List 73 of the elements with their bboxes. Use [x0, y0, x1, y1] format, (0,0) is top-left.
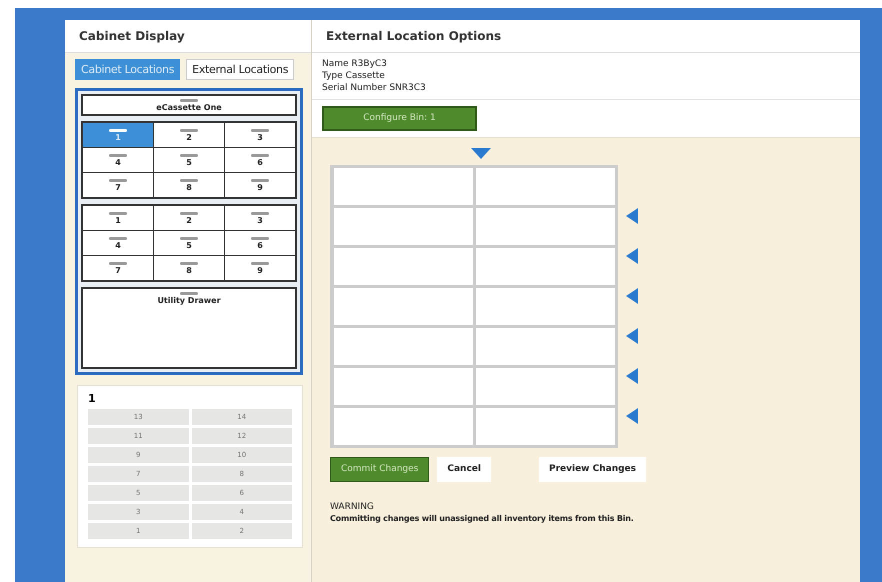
- slot-indicator-icon: [251, 179, 269, 182]
- bin-button[interactable]: 7: [83, 256, 153, 280]
- bin-cell[interactable]: [334, 328, 473, 364]
- bin-button[interactable]: 1: [83, 206, 153, 230]
- slot-indicator-icon: [180, 179, 198, 182]
- bin-button[interactable]: 2: [154, 206, 224, 230]
- slot-indicator-icon: [109, 212, 127, 215]
- bin-button[interactable]: 5: [154, 148, 224, 172]
- bin-cell[interactable]: [334, 368, 473, 404]
- bin-cell[interactable]: [334, 288, 473, 324]
- info-line: Name R3ByC3: [322, 58, 388, 70]
- left-arrow-icon[interactable]: [626, 288, 638, 304]
- bin-cell[interactable]: [334, 208, 473, 244]
- warning-title: WARNING: [330, 502, 375, 512]
- slot-label: eCassette One: [156, 103, 222, 112]
- slot-indicator-icon: [180, 154, 198, 157]
- bin-button[interactable]: 3: [225, 206, 295, 230]
- slot-indicator-icon: [109, 262, 127, 265]
- slot-indicator-icon: [109, 154, 127, 157]
- panel-title: Cabinet Display: [65, 20, 311, 53]
- bin-cell[interactable]: [476, 168, 615, 204]
- bin-cell[interactable]: [476, 368, 615, 404]
- left-arrow-icon[interactable]: [626, 248, 638, 264]
- bin-cell[interactable]: [334, 248, 473, 284]
- slot-indicator-icon: [180, 99, 198, 102]
- drawer-label: Utility Drawer: [157, 296, 221, 305]
- bin-button[interactable]: 4: [83, 148, 153, 172]
- bin-button[interactable]: 8: [154, 256, 224, 280]
- slot-indicator-icon: [251, 154, 269, 157]
- bin-cell[interactable]: [476, 208, 615, 244]
- slot-indicator-icon: [180, 292, 198, 295]
- bin-cell[interactable]: [476, 408, 615, 444]
- bin-button[interactable]: 9: [225, 256, 295, 280]
- action-button[interactable]: Cancel: [437, 456, 491, 482]
- slot-indicator-icon: [251, 212, 269, 215]
- bin-cell[interactable]: [334, 408, 473, 444]
- info-line: Type Cassette: [322, 70, 386, 82]
- slot-indicator-icon: [109, 237, 127, 240]
- slot-indicator-icon: [180, 262, 198, 265]
- slot-indicator-icon: [251, 237, 269, 240]
- tab[interactable]: External Locations: [186, 59, 294, 80]
- bin-button[interactable]: 5: [154, 231, 224, 255]
- left-arrow-icon[interactable]: [626, 208, 638, 224]
- bin-button[interactable]: 7: [83, 173, 153, 197]
- panel-title: External Location Options: [312, 20, 860, 53]
- bin-cell[interactable]: [476, 288, 615, 324]
- slot-indicator-icon: [180, 237, 198, 240]
- down-arrow-icon[interactable]: [471, 148, 491, 158]
- bin-cell[interactable]: [476, 328, 615, 364]
- bin-button[interactable]: 6: [225, 148, 295, 172]
- bin-cell[interactable]: [334, 168, 473, 204]
- slot-indicator-icon: [251, 262, 269, 265]
- bin-preview-title: 1: [88, 392, 97, 405]
- utility-drawer[interactable]: Utility Drawer: [81, 287, 297, 369]
- warning-text: Committing changes will unassigned all inventory items from this Bin.: [330, 512, 635, 524]
- slot-indicator-icon: [180, 212, 198, 215]
- cassette-slot[interactable]: eCassette One: [81, 94, 297, 116]
- info-line: Serial Number SNR3C3: [322, 82, 427, 94]
- left-arrow-icon[interactable]: [626, 408, 638, 424]
- bin-button[interactable]: 9: [225, 173, 295, 197]
- bin-cell[interactable]: [476, 248, 615, 284]
- bin-button[interactable]: 2: [154, 123, 224, 147]
- action-button[interactable]: Preview Changes: [538, 456, 646, 482]
- slot-indicator-icon: [180, 129, 198, 132]
- slot-indicator-icon: [109, 129, 127, 132]
- slot-indicator-icon: [109, 179, 127, 182]
- bin-button[interactable]: 4: [83, 231, 153, 255]
- left-arrow-icon[interactable]: [626, 368, 638, 384]
- bin-button[interactable]: 8: [154, 173, 224, 197]
- slot-indicator-icon: [251, 129, 269, 132]
- bin-button[interactable]: 3: [225, 123, 295, 147]
- bin-button[interactable]: 6: [225, 231, 295, 255]
- left-arrow-icon[interactable]: [626, 328, 638, 344]
